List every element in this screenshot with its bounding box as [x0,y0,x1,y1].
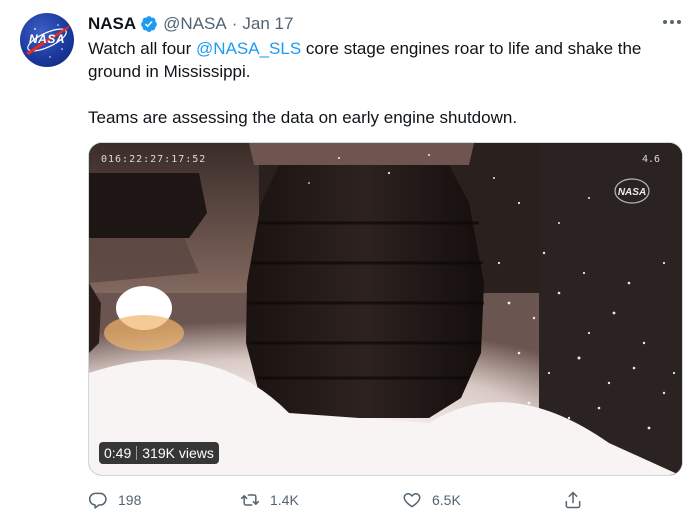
tweet-paragraph-2: Teams are assessing the data on early en… [88,108,518,127]
reply-button[interactable]: 198 [88,488,141,512]
more-dot-icon [663,20,667,24]
video-corner-number: 4.6 [641,154,660,165]
share-icon [565,491,581,509]
reply-icon [88,492,107,509]
verified-badge-icon [141,16,158,32]
badge-divider [136,446,138,460]
more-options-button[interactable] [660,12,684,32]
tweet-header: NASA @NASA · Jan 17 [88,13,293,35]
avatar[interactable]: NASA [20,13,74,67]
retweet-button[interactable]: 1.4K [240,488,299,512]
avatar-wordmark: NASA [28,32,65,46]
video-frame [89,143,682,475]
share-button[interactable] [563,488,583,512]
tweet-text: Watch all four @NASA_SLS core stage engi… [88,37,688,129]
tweet[interactable]: NASA NASA @NASA · Jan 17 Watch all four … [0,0,700,523]
video-timecode: 016:22:27:17:52 [101,154,207,165]
tweet-text-segment: Watch all four [88,39,197,58]
mention-link[interactable]: @NASA_SLS [196,39,301,58]
video-duration: 0:49 [104,445,132,461]
reply-count: 198 [118,492,142,508]
heart-icon [403,493,421,508]
separator-dot: · [231,14,238,33]
tweet-actions: 198 1.4K 6.5K [88,488,688,512]
tweet-date[interactable]: Jan 17 [242,14,293,34]
tweet-paragraph-1: Watch all four @NASA_SLS core stage engi… [88,37,688,83]
retweet-icon [240,494,260,506]
video-views: 319K views [142,445,214,461]
like-button[interactable]: 6.5K [402,488,461,512]
more-dot-icon [670,20,674,24]
more-dot-icon [677,20,681,24]
video-duration-badge: 0:49 319K views [99,442,219,464]
retweet-count: 1.4K [270,492,299,508]
media-logo-text: NASA [618,187,646,198]
author-handle[interactable]: @NASA [163,14,227,34]
video-player[interactable]: 016:22:27:17:52 4.6 NASA 0:49 319K views [88,142,683,476]
like-count: 6.5K [432,492,461,508]
nasa-logo-icon: NASA [612,176,652,206]
author-name[interactable]: NASA [88,14,136,34]
